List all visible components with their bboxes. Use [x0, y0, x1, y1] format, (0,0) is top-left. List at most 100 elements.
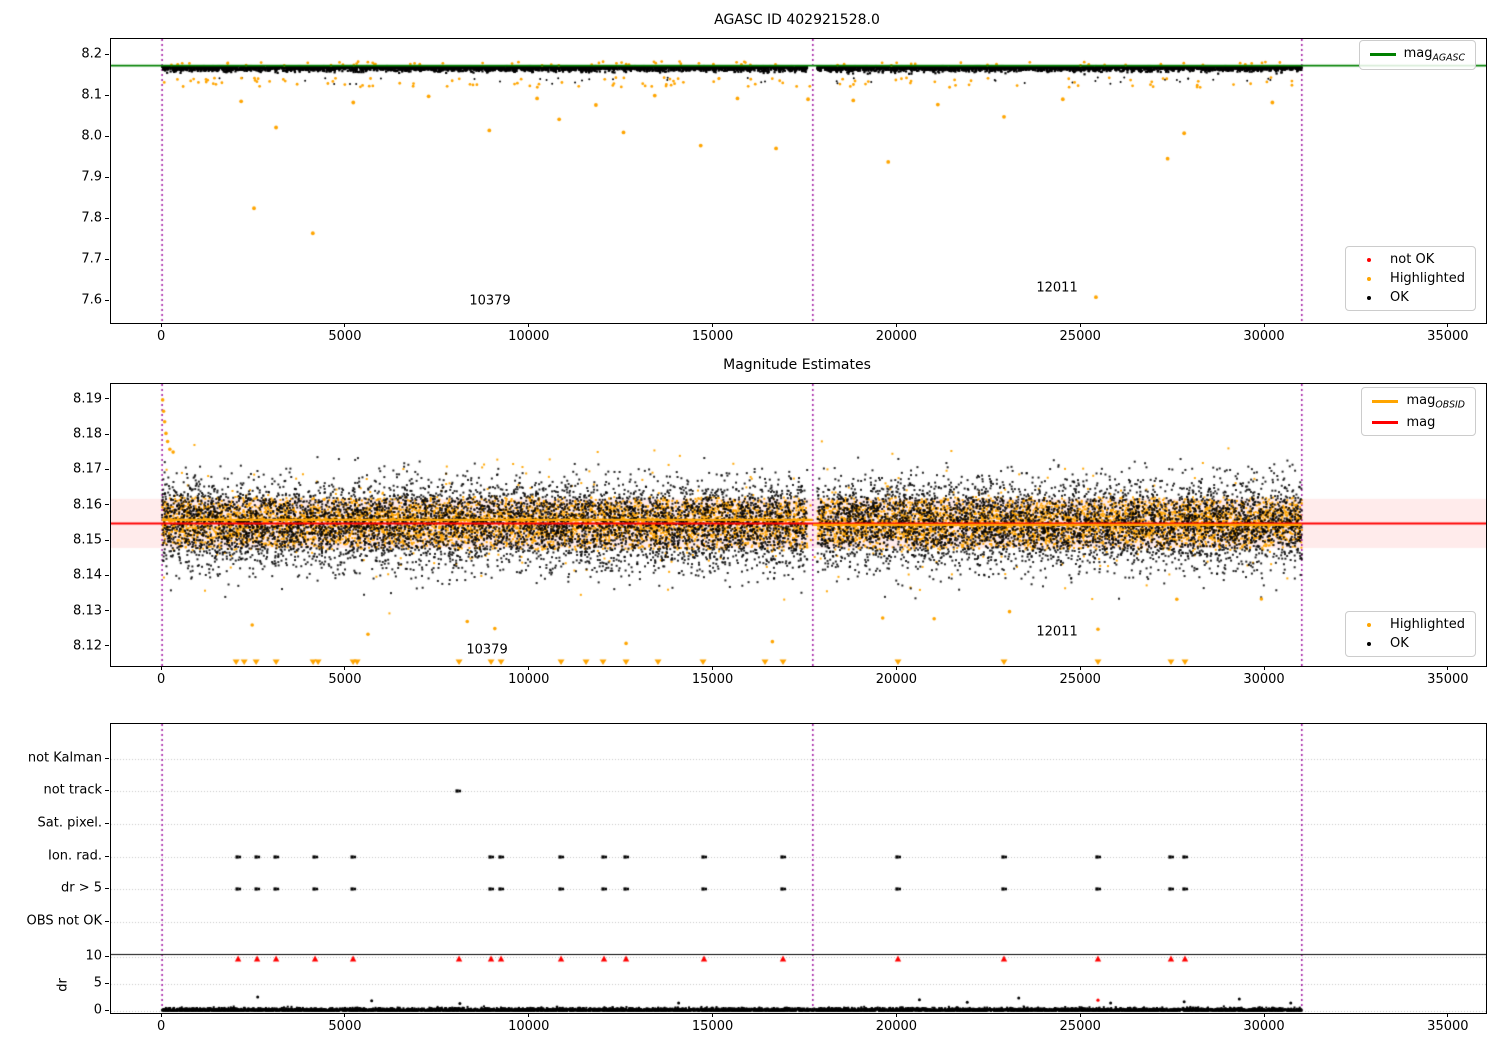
x-tick-mark — [895, 666, 897, 670]
x-tick-label: 25000 — [1059, 329, 1101, 344]
y-tick-mark — [105, 468, 109, 470]
legend-label: Highlighted — [1390, 617, 1465, 632]
legend-dot-swatch — [1356, 641, 1382, 646]
legend-label: OK — [1390, 636, 1409, 651]
legend-label: OK — [1390, 290, 1409, 305]
y-tick-mark — [105, 539, 109, 541]
x-tick-mark — [528, 1013, 530, 1017]
y-tick-label: 7.7 — [81, 251, 102, 267]
x-tick-label: 30000 — [1243, 672, 1285, 687]
category-tick-mark — [105, 920, 109, 922]
legend-label: mag — [1406, 414, 1436, 430]
y-tick-label: 8.2 — [81, 46, 102, 62]
dot-swatch — [1367, 257, 1372, 262]
x-tick-mark — [160, 1013, 162, 1017]
x-tick-label: 0 — [156, 672, 166, 687]
y-tick-mark — [105, 258, 109, 260]
x-tick-label: 0 — [156, 329, 166, 344]
obsid-annotation: 12011 — [1036, 280, 1078, 296]
dr-tick-mark — [105, 982, 109, 984]
y-tick-label: 8.14 — [73, 567, 102, 583]
category-tick-mark — [105, 887, 109, 889]
x-tick-label: 15000 — [691, 672, 734, 687]
y-tick-label: 8.19 — [73, 391, 102, 407]
x-tick-mark — [1447, 666, 1449, 670]
legend-dot-swatch — [1356, 257, 1382, 262]
x-tick-mark — [528, 666, 530, 670]
y-tick-label: 7.9 — [81, 169, 102, 185]
y-tick-mark — [105, 504, 109, 506]
legend-line-swatch — [1372, 400, 1399, 404]
x-tick-mark — [344, 1013, 346, 1017]
x-tick-label: 25000 — [1059, 1019, 1101, 1034]
category-tick-mark — [105, 757, 109, 759]
figure: AGASC ID 402921528.0 Magnitude Estimates… — [0, 0, 1500, 1050]
y-tick-label: 8.13 — [73, 603, 102, 619]
y-tick-label: 8.12 — [73, 638, 102, 654]
x-tick-label: 10000 — [508, 1019, 550, 1034]
line-swatch — [1372, 420, 1399, 424]
x-tick-label: 20000 — [875, 1019, 918, 1034]
dr-tick-label: 10 — [85, 948, 102, 964]
dot-swatch — [1367, 295, 1372, 300]
y-tick-label: 8.18 — [73, 426, 102, 442]
legend-item: magOBSID — [1372, 393, 1465, 411]
dr-tick-label: 0 — [93, 1002, 102, 1018]
legend-item: OK — [1356, 636, 1465, 651]
y-tick-mark — [105, 398, 109, 400]
legend-label-subscript: AGASC — [1432, 52, 1465, 64]
axes-magnitude-plot — [110, 383, 1487, 667]
legend-dot-swatch — [1356, 295, 1382, 300]
legend-label: Highlighted — [1390, 271, 1465, 286]
legend-label: magOBSID — [1406, 393, 1465, 411]
plot-title-magnitude-estimates: Magnitude Estimates — [723, 357, 871, 373]
x-tick-mark — [344, 323, 346, 327]
y-tick-label: 8.1 — [81, 87, 102, 103]
plot-title-agasc-id: AGASC ID 402921528.0 — [714, 12, 880, 28]
category-label: not track — [43, 782, 102, 798]
legend-label: not OK — [1390, 252, 1435, 267]
category-label: dr > 5 — [60, 880, 102, 896]
x-tick-mark — [712, 323, 714, 327]
x-tick-label: 35000 — [1427, 329, 1469, 344]
category-label: Ion. rad. — [48, 848, 102, 864]
axes-intensity-plot — [110, 38, 1487, 324]
y-tick-mark — [105, 94, 109, 96]
legend-line-swatch — [1372, 420, 1399, 424]
dr-tick-mark — [105, 955, 109, 957]
x-tick-mark — [160, 323, 162, 327]
category-label: OBS not OK — [26, 913, 103, 929]
legend-dot-swatch — [1356, 276, 1382, 281]
category-label: not Kalman — [27, 750, 102, 766]
y-tick-mark — [105, 645, 109, 647]
dr-axis-label: dr — [55, 978, 71, 992]
legend-item: Highlighted — [1356, 617, 1465, 632]
x-tick-mark — [895, 323, 897, 327]
x-tick-mark — [344, 666, 346, 670]
category-tick-mark — [105, 855, 109, 857]
x-tick-label: 15000 — [691, 329, 734, 344]
dot-swatch — [1367, 622, 1372, 627]
line-swatch — [1369, 53, 1396, 57]
x-tick-mark — [1263, 666, 1265, 670]
legend-item: OK — [1356, 290, 1465, 305]
x-tick-mark — [1447, 323, 1449, 327]
obsid-annotation: 12011 — [1036, 624, 1078, 640]
y-tick-label: 7.6 — [81, 292, 102, 308]
obsid-annotation: 10379 — [466, 642, 508, 658]
x-tick-label: 20000 — [875, 672, 918, 687]
x-tick-mark — [1079, 1013, 1081, 1017]
legend: Highlighted OK — [1345, 611, 1476, 657]
legend: magAGASC — [1358, 40, 1476, 70]
legend-item: Highlighted — [1356, 271, 1465, 286]
x-tick-label: 25000 — [1059, 672, 1101, 687]
flags-canvas — [111, 724, 1486, 1013]
x-tick-mark — [1079, 666, 1081, 670]
y-tick-mark — [105, 574, 109, 576]
dot-swatch — [1367, 276, 1372, 281]
y-tick-label: 8.17 — [73, 461, 102, 477]
x-tick-mark — [160, 666, 162, 670]
intensity-scatter-canvas — [111, 39, 1486, 323]
x-tick-mark — [712, 1013, 714, 1017]
legend-dot-swatch — [1356, 622, 1382, 627]
